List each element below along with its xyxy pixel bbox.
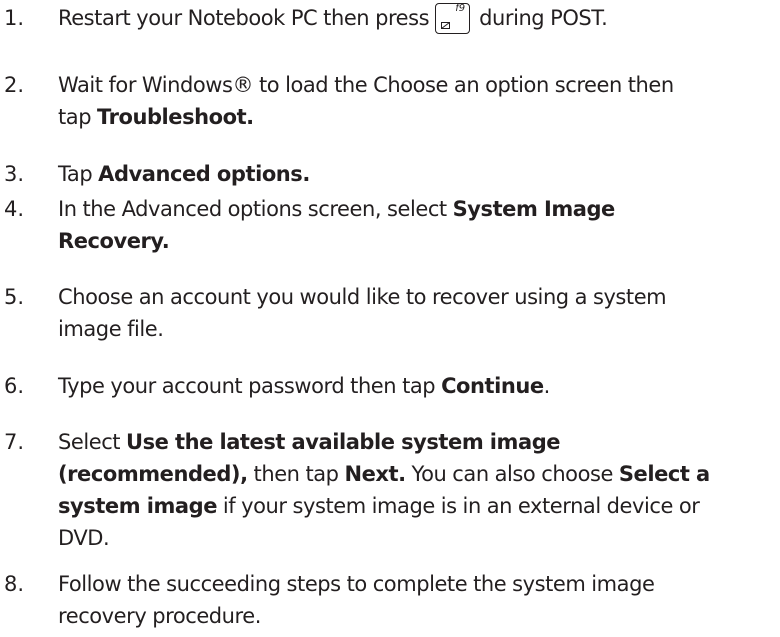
step-number: 3. bbox=[4, 162, 25, 186]
step-text: Restart your Notebook PC then press f9 dur… bbox=[58, 2, 770, 34]
step-text: Tap Advanced options. bbox=[58, 162, 310, 186]
step-number: 5. bbox=[4, 285, 25, 309]
step-number: 1. bbox=[4, 6, 25, 30]
step-number: 6. bbox=[4, 374, 25, 398]
step-number: 7. bbox=[4, 430, 25, 454]
step-text: In the Advanced options screen, select S… bbox=[58, 197, 615, 253]
step-number: 2. bbox=[4, 73, 25, 97]
step-number: 8. bbox=[4, 572, 25, 596]
step-text: Follow the succeeding steps to complete … bbox=[58, 572, 655, 628]
key-glyph-icon bbox=[441, 22, 451, 29]
step-text: Type your account password then tap Cont… bbox=[58, 374, 550, 398]
step-text: Wait for Windows® to load the Choose an … bbox=[58, 73, 674, 129]
step-number: 4. bbox=[4, 197, 25, 221]
fn-key-icon: f9 bbox=[435, 3, 471, 34]
key-label: f9 bbox=[455, 3, 466, 14]
step-text: Choose an account you would like to reco… bbox=[58, 285, 667, 341]
step-text: Select Use the latest available system i… bbox=[58, 430, 710, 550]
